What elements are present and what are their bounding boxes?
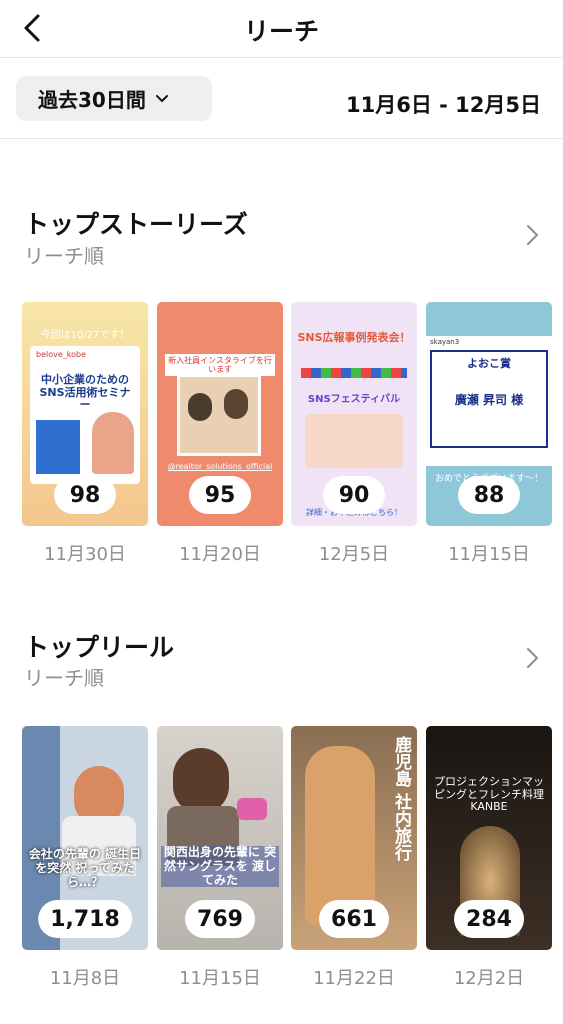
top-reels-subtitle: リーチ順 bbox=[24, 666, 104, 690]
reel-thumbnail[interactable]: 関西出身の先輩に 突然サングラスを 渡してみた 769 bbox=[157, 726, 283, 950]
story-thumbnail[interactable]: 新入社員インスタライブを行います @realtor_solutions_offi… bbox=[157, 302, 283, 526]
reel-date: 11月15日 bbox=[179, 968, 261, 989]
date-range-dropdown[interactable]: 過去30日間 bbox=[16, 76, 212, 121]
page-title: リーチ bbox=[243, 17, 319, 46]
certificate-frame: よおこ賞 廣瀬 昇司 様 bbox=[430, 350, 548, 448]
speakers-image bbox=[305, 414, 403, 468]
person-image bbox=[92, 412, 134, 474]
reel-date: 12月2日 bbox=[453, 968, 525, 989]
story-account: belove_kobe bbox=[36, 350, 87, 359]
top-bar: リーチ bbox=[0, 0, 563, 58]
book-image bbox=[36, 420, 80, 474]
statue-image bbox=[305, 746, 375, 926]
photo-image bbox=[177, 374, 261, 456]
top-reels-title: トップリール bbox=[24, 633, 175, 662]
date-range-dropdown-label: 過去30日間 bbox=[38, 88, 146, 112]
reel-thumbnail[interactable]: 鹿児島 社内旅行 661 bbox=[291, 726, 417, 950]
reel-caption: 鹿児島 社内旅行 bbox=[391, 736, 411, 861]
filter-bar: 過去30日間 11月6日 - 12月5日 bbox=[0, 59, 563, 139]
reel-thumbnail[interactable]: 会社の先輩の 誕生日を突然 祝ってみたら…？ 1,718 bbox=[22, 726, 148, 950]
reel-caption: 会社の先輩の 誕生日を突然 祝ってみたら…？ bbox=[28, 847, 142, 889]
story-thumbnail[interactable]: 今回は10/27です！ belove_kobe 中小企業のための SNS活用術セ… bbox=[22, 302, 148, 526]
reel-caption: プロジェクションマッピングとフレンチ料理 KANBE bbox=[434, 775, 544, 814]
reel-reach-badge: 769 bbox=[185, 900, 255, 938]
social-icons-row bbox=[301, 368, 407, 378]
story-thumbnail[interactable]: skayan3 よおこ賞 廣瀬 昇司 様 おめでとうございます〜！ 88 bbox=[426, 302, 552, 526]
top-stories-chevron-right-icon[interactable] bbox=[522, 222, 542, 248]
top-stories-subtitle: リーチ順 bbox=[24, 244, 104, 268]
reel-reach-badge: 284 bbox=[454, 900, 524, 938]
story-caption-top: よおこ賞 bbox=[467, 357, 511, 370]
story-date: 11月15日 bbox=[448, 544, 530, 565]
story-reach-badge: 95 bbox=[189, 476, 251, 514]
reel-reach-badge: 661 bbox=[319, 900, 389, 938]
reel-date: 11月8日 bbox=[49, 968, 121, 989]
story-date: 11月20日 bbox=[179, 544, 261, 565]
story-reach-badge: 98 bbox=[54, 476, 116, 514]
date-range-text: 11月6日 - 12月5日 bbox=[345, 93, 541, 117]
top-stories-title: トップストーリーズ bbox=[24, 210, 248, 239]
story-caption-main: 中小企業のための SNS活用術セミナー bbox=[39, 373, 131, 412]
reel-date: 11月22日 bbox=[313, 968, 395, 989]
story-caption-main: 廣瀬 昇司 様 bbox=[454, 393, 524, 407]
reel-thumbnail[interactable]: プロジェクションマッピングとフレンチ料理 KANBE 284 bbox=[426, 726, 552, 950]
person-image bbox=[173, 748, 229, 814]
story-reach-badge: 90 bbox=[323, 476, 385, 514]
story-caption-main: SNSフェスティバル bbox=[307, 394, 401, 405]
story-reach-badge: 88 bbox=[458, 476, 520, 514]
story-account: skayan3 bbox=[430, 338, 460, 346]
story-caption-top: 今回は10/27です！ bbox=[40, 330, 130, 341]
story-caption-top: SNS広報事例発表会！ bbox=[297, 331, 411, 344]
chevron-down-icon bbox=[155, 94, 168, 102]
reel-caption: 関西出身の先輩に 突然サングラスを 渡してみた bbox=[161, 845, 279, 888]
story-thumbnail[interactable]: SNS広報事例発表会！ SNSフェスティバル 詳細・お申込みはこちら！ 90 bbox=[291, 302, 417, 526]
reel-reach-badge: 1,718 bbox=[38, 900, 132, 938]
story-date: 11月30日 bbox=[44, 544, 126, 565]
story-caption-main: @realtor_solutions_official bbox=[167, 462, 273, 471]
story-card: skayan3 よおこ賞 廣瀬 昇司 様 bbox=[426, 336, 552, 466]
story-card: belove_kobe 中小企業のための SNS活用術セミナー bbox=[30, 346, 140, 484]
story-date: 12月5日 bbox=[318, 544, 390, 565]
top-reels-chevron-right-icon[interactable] bbox=[522, 645, 542, 671]
